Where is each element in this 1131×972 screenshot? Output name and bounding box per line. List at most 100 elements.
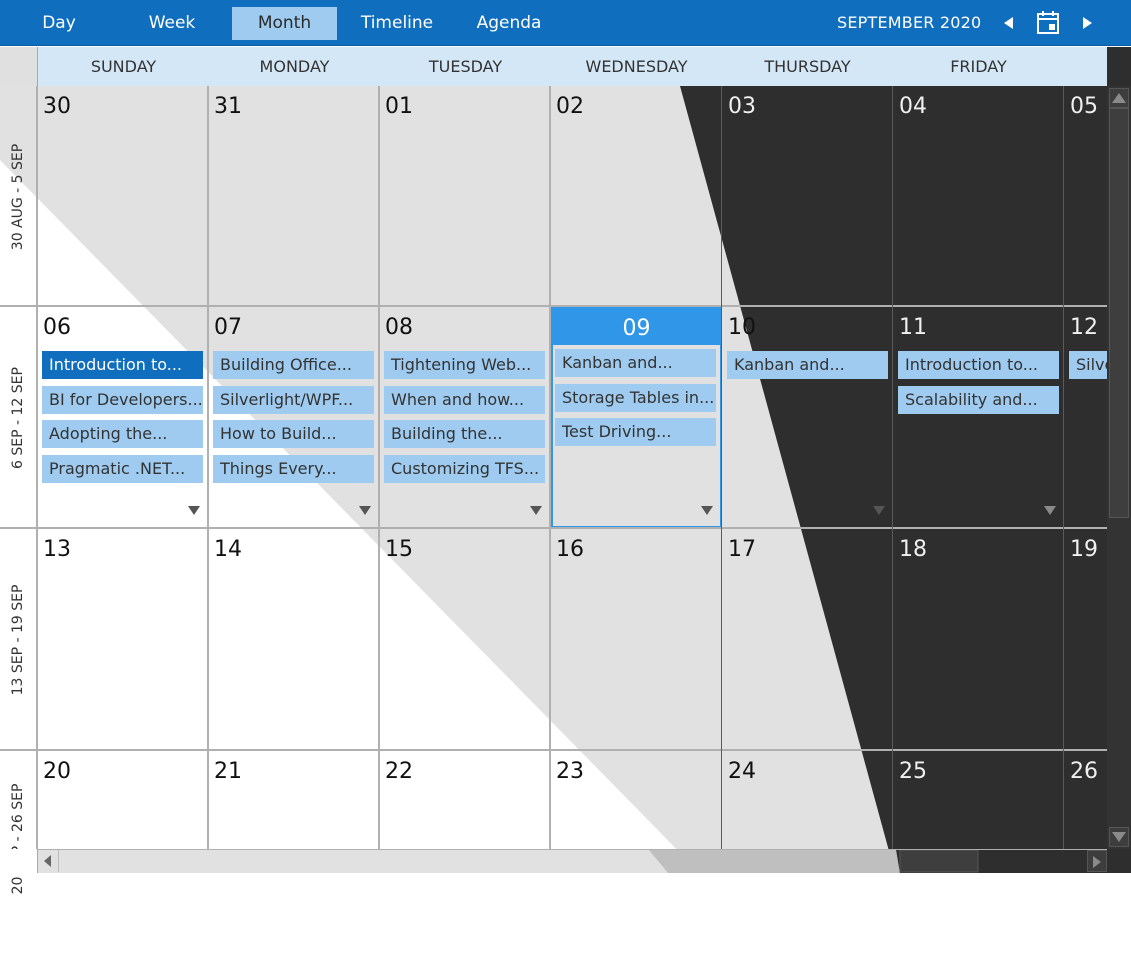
appointment[interactable]: When and how... [384, 385, 545, 414]
date-label: 17 [728, 537, 756, 562]
day-cell[interactable]: 12 Silverlight... [1065, 307, 1107, 528]
day-cell[interactable]: 06 Introduction to... BI for Developers...… [38, 307, 209, 528]
tab-week[interactable]: Week [140, 7, 204, 40]
column-divider [207, 86, 209, 849]
day-cell[interactable]: 30 [38, 86, 209, 307]
day-cell[interactable]: 15 [380, 529, 551, 750]
more-appointments-icon[interactable] [1044, 506, 1056, 515]
appointment[interactable]: Kanban and... [727, 351, 888, 379]
day-header-wednesday: WEDNESDAY [585, 57, 688, 76]
header-scroll-spacer [1107, 47, 1131, 86]
column-divider [1063, 86, 1064, 849]
appointment[interactable]: Introduction to... [898, 351, 1059, 379]
date-label: 20 [43, 759, 71, 784]
horizontal-scrollbar[interactable] [38, 849, 1107, 873]
more-appointments-icon[interactable] [873, 506, 885, 515]
appointment[interactable]: Customizing TFS... [384, 454, 545, 483]
column-divider [721, 86, 722, 849]
date-label: 08 [385, 315, 413, 340]
appointment[interactable]: Storage Tables in... [555, 383, 716, 412]
column-divider [549, 86, 551, 849]
appointment[interactable]: Silverlight... [1069, 351, 1107, 379]
day-cell[interactable]: 10 Kanban and... [723, 307, 894, 528]
appointment[interactable]: Things Every... [213, 454, 374, 483]
appointment[interactable]: Kanban and... [555, 349, 716, 377]
month-grid: 30 AUG - 5 SEP 30 31 01 02 03 04 05 6 SEP - 12 S… [0, 86, 1107, 895]
date-label: 21 [214, 759, 242, 784]
tab-agenda[interactable]: Agenda [473, 7, 545, 40]
chevron-down-icon [1112, 832, 1126, 842]
day-cell[interactable]: 04 [894, 86, 1065, 307]
appointment[interactable]: How to Build... [213, 420, 374, 448]
week-label-text: 6 SEP - 12 SEP [10, 366, 26, 469]
day-header-tuesday: TUESDAY [428, 57, 503, 76]
appointment[interactable]: Introduction to... [42, 351, 203, 379]
tab-day[interactable]: Day [28, 7, 90, 40]
appointment[interactable]: Tightening Web... [384, 351, 545, 379]
date-label: 14 [214, 537, 242, 562]
date-label: 06 [43, 315, 71, 340]
date-label: 15 [385, 537, 413, 562]
date-label: 24 [728, 759, 756, 784]
scroll-up-button[interactable] [1109, 88, 1129, 108]
calendar-picker-button[interactable] [1036, 10, 1062, 36]
more-appointments-icon[interactable] [701, 506, 713, 515]
tab-month[interactable]: Month [232, 7, 337, 40]
triangle-right-icon [1083, 17, 1092, 29]
day-cell[interactable]: 03 [723, 86, 894, 307]
vertical-scrollbar[interactable] [1107, 86, 1131, 849]
date-label: 01 [385, 94, 413, 119]
day-cell[interactable]: 31 [209, 86, 380, 307]
week-label-text: 20 SEP - 26 SEP [10, 783, 26, 895]
day-cell[interactable]: 07 Building Office... Silverlight/WPF... Ho… [209, 307, 380, 528]
current-period-label: SEPTEMBER 2020 [837, 13, 982, 32]
triangle-left-icon [1004, 17, 1013, 29]
day-header-sunday: SUNDAY [90, 57, 157, 76]
day-cell[interactable]: 17 [723, 529, 894, 750]
date-label: 10 [728, 315, 756, 340]
more-appointments-icon[interactable] [188, 506, 200, 515]
appointment[interactable]: Pragmatic .NET... [42, 454, 203, 483]
previous-button[interactable] [998, 12, 1020, 34]
appointment[interactable]: Adopting the... [42, 420, 203, 448]
appointment[interactable]: BI for Developers... [42, 385, 203, 414]
more-appointments-icon[interactable] [359, 506, 371, 515]
next-button[interactable] [1076, 12, 1098, 34]
day-cell[interactable]: 19 [1065, 529, 1107, 750]
row-divider [0, 305, 1107, 307]
scheduler-toolbar: Day Week Month Timeline Agenda SEPTEMBER… [0, 0, 1131, 46]
day-header-row: SUNDAY MONDAY TUESDAY WEDNESDAY THURSDAY… [38, 47, 1107, 86]
vertical-scroll-thumb[interactable] [1109, 108, 1129, 518]
scroll-corner-right [1107, 849, 1131, 873]
date-label: 02 [556, 94, 584, 119]
tab-timeline[interactable]: Timeline [357, 7, 437, 40]
day-cell[interactable]: 08 Tightening Web... When and how... Buildi… [380, 307, 551, 528]
day-cell[interactable]: 09 Kanban and... Storage Tables in... Test … [551, 307, 722, 528]
day-cell[interactable]: 18 [894, 529, 1065, 750]
day-header-friday: FRIDAY [950, 57, 1007, 76]
day-cell[interactable]: 02 [551, 86, 722, 307]
scroll-left-button[interactable] [38, 850, 59, 872]
appointment[interactable]: Building the... [384, 420, 545, 448]
appointment[interactable]: Silverlight/WPF... [213, 385, 374, 414]
date-label: 25 [899, 759, 927, 784]
date-label: 05 [1070, 94, 1098, 119]
appointment[interactable]: Scalability and... [898, 385, 1059, 414]
date-label: 07 [214, 315, 242, 340]
day-cell[interactable]: 16 [551, 529, 722, 750]
day-cell[interactable]: 01 [380, 86, 551, 307]
scroll-corner-left [0, 849, 38, 873]
day-cell[interactable]: 14 [209, 529, 380, 750]
date-label: 31 [214, 94, 242, 119]
date-label: 11 [899, 315, 927, 340]
day-cell[interactable]: 11 Introduction to... Scalability and... [894, 307, 1065, 528]
day-cell[interactable]: 05 [1065, 86, 1107, 307]
appointment[interactable]: Building Office... [213, 351, 374, 379]
scroll-right-button[interactable] [1087, 850, 1107, 872]
appointment[interactable]: Test Driving... [555, 418, 716, 446]
calendar-icon [1037, 11, 1059, 34]
day-cell[interactable]: 13 [38, 529, 209, 750]
more-appointments-icon[interactable] [530, 506, 542, 515]
date-label: 16 [556, 537, 584, 562]
scroll-down-button[interactable] [1109, 827, 1129, 847]
